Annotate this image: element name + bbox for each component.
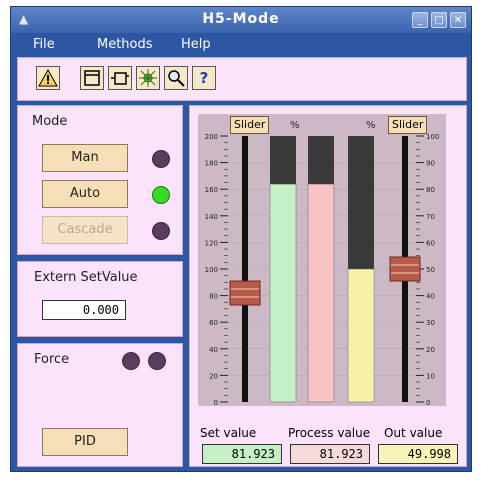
- object-button[interactable]: [108, 66, 132, 90]
- toolbar: ?: [17, 57, 467, 101]
- right-axis-tick-label: 10: [426, 372, 435, 380]
- left-axis-tick-label: 100: [205, 266, 218, 274]
- right-axis-tick-label: 80: [426, 186, 435, 194]
- left-axis-tick-label: 80: [209, 293, 218, 301]
- menu-help[interactable]: Help: [181, 37, 211, 52]
- window-icon: [84, 70, 100, 86]
- extern-setvalue-panel: Extern SetValue 0.000: [17, 261, 183, 337]
- left-axis-tick-label: 0: [214, 399, 218, 406]
- left-axis-tick-label: 140: [205, 213, 218, 221]
- left-axis-tick-label: 200: [205, 133, 218, 141]
- menu-file[interactable]: File: [33, 37, 55, 52]
- menu-methods[interactable]: Methods: [97, 37, 153, 52]
- values-panel: Slider % % Slider 0 20 40 60 80 100 120 140 160 1…: [189, 105, 467, 467]
- close-button[interactable]: ✕: [450, 12, 466, 28]
- bar-chart: Slider % % Slider 0 20 40 60 80 100 120 140 160 1…: [198, 114, 446, 406]
- right-axis-tick-label: 20: [426, 346, 435, 354]
- auto-indicator: [152, 186, 170, 204]
- right-axis-tick-label: 60: [426, 239, 435, 247]
- right-axis-tick-label: 0: [426, 399, 430, 406]
- warning-icon: [38, 68, 58, 87]
- right-slider-handle[interactable]: [389, 256, 421, 282]
- left-axis-tick-label: 160: [205, 186, 218, 194]
- right-axis-tick-label: 40: [426, 293, 435, 301]
- right-axis-tick-label: 90: [426, 160, 435, 168]
- help-icon: ?: [199, 69, 209, 87]
- right-axis-tick-label: 30: [426, 319, 435, 327]
- left-slider-handle[interactable]: [229, 280, 261, 306]
- right-axis-tick-label: 70: [426, 213, 435, 221]
- object-icon: [111, 72, 129, 85]
- set-value-label: Set value: [200, 426, 257, 440]
- window-title: H5-Mode: [202, 11, 280, 27]
- mode-panel: Mode Man Auto Cascade: [17, 105, 183, 255]
- man-indicator: [152, 150, 170, 168]
- out-value-label: Out value: [384, 426, 443, 440]
- network-button[interactable]: [136, 66, 160, 90]
- force-indicator-2: [148, 352, 166, 370]
- maximize-button[interactable]: □: [431, 12, 447, 28]
- title-bar[interactable]: ▲ H5-Mode _ □ ✕: [11, 7, 471, 33]
- left-axis-tick-label: 20: [209, 372, 218, 380]
- pid-button[interactable]: PID: [42, 428, 128, 456]
- force-panel: Force PID: [17, 343, 183, 467]
- window-view-button[interactable]: [80, 66, 104, 90]
- extern-setvalue-field[interactable]: 0.000: [42, 300, 126, 320]
- process-value-label: Process value: [288, 426, 371, 440]
- left-axis-tick-label: 180: [205, 160, 218, 168]
- warning-button[interactable]: [36, 66, 60, 90]
- right-axis-tick-label: 100: [426, 133, 439, 141]
- right-axis-tick-label: 50: [426, 266, 435, 274]
- man-button[interactable]: Man: [42, 144, 128, 172]
- chart-canvas: 0 20 40 60 80 100 120 140 160 180 200 0 10 20 30 40 50 60…: [205, 133, 440, 406]
- force-indicator-1: [122, 352, 140, 370]
- minimize-button[interactable]: _: [412, 12, 428, 28]
- bar-process-value: [307, 183, 335, 403]
- left-axis-tick-label: 120: [205, 239, 218, 247]
- extern-setvalue-title: Extern SetValue: [34, 270, 138, 285]
- auto-button[interactable]: Auto: [42, 180, 128, 208]
- magnifier-icon: [168, 70, 185, 87]
- process-value-field: 81.923: [290, 444, 370, 464]
- left-axis-tick-label: 60: [209, 319, 218, 327]
- network-icon: [139, 69, 157, 87]
- menu-bar: File Methods Help: [11, 33, 471, 55]
- left-slider-track: [242, 136, 248, 402]
- help-button[interactable]: ?: [192, 66, 216, 90]
- bar-set-value: [269, 183, 297, 403]
- set-value-field: 81.923: [202, 444, 282, 464]
- left-axis-tick-label: 40: [209, 346, 218, 354]
- mode-title: Mode: [32, 114, 68, 129]
- force-title: Force: [34, 352, 70, 367]
- cascade-button: Cascade: [42, 216, 128, 244]
- search-button[interactable]: [164, 66, 188, 90]
- bar-out-value: [347, 268, 375, 403]
- cascade-indicator: [152, 222, 170, 240]
- app-window: ▲ H5-Mode _ □ ✕ File Methods Help ? Mode: [10, 6, 472, 472]
- out-value-field: 49.998: [378, 444, 458, 464]
